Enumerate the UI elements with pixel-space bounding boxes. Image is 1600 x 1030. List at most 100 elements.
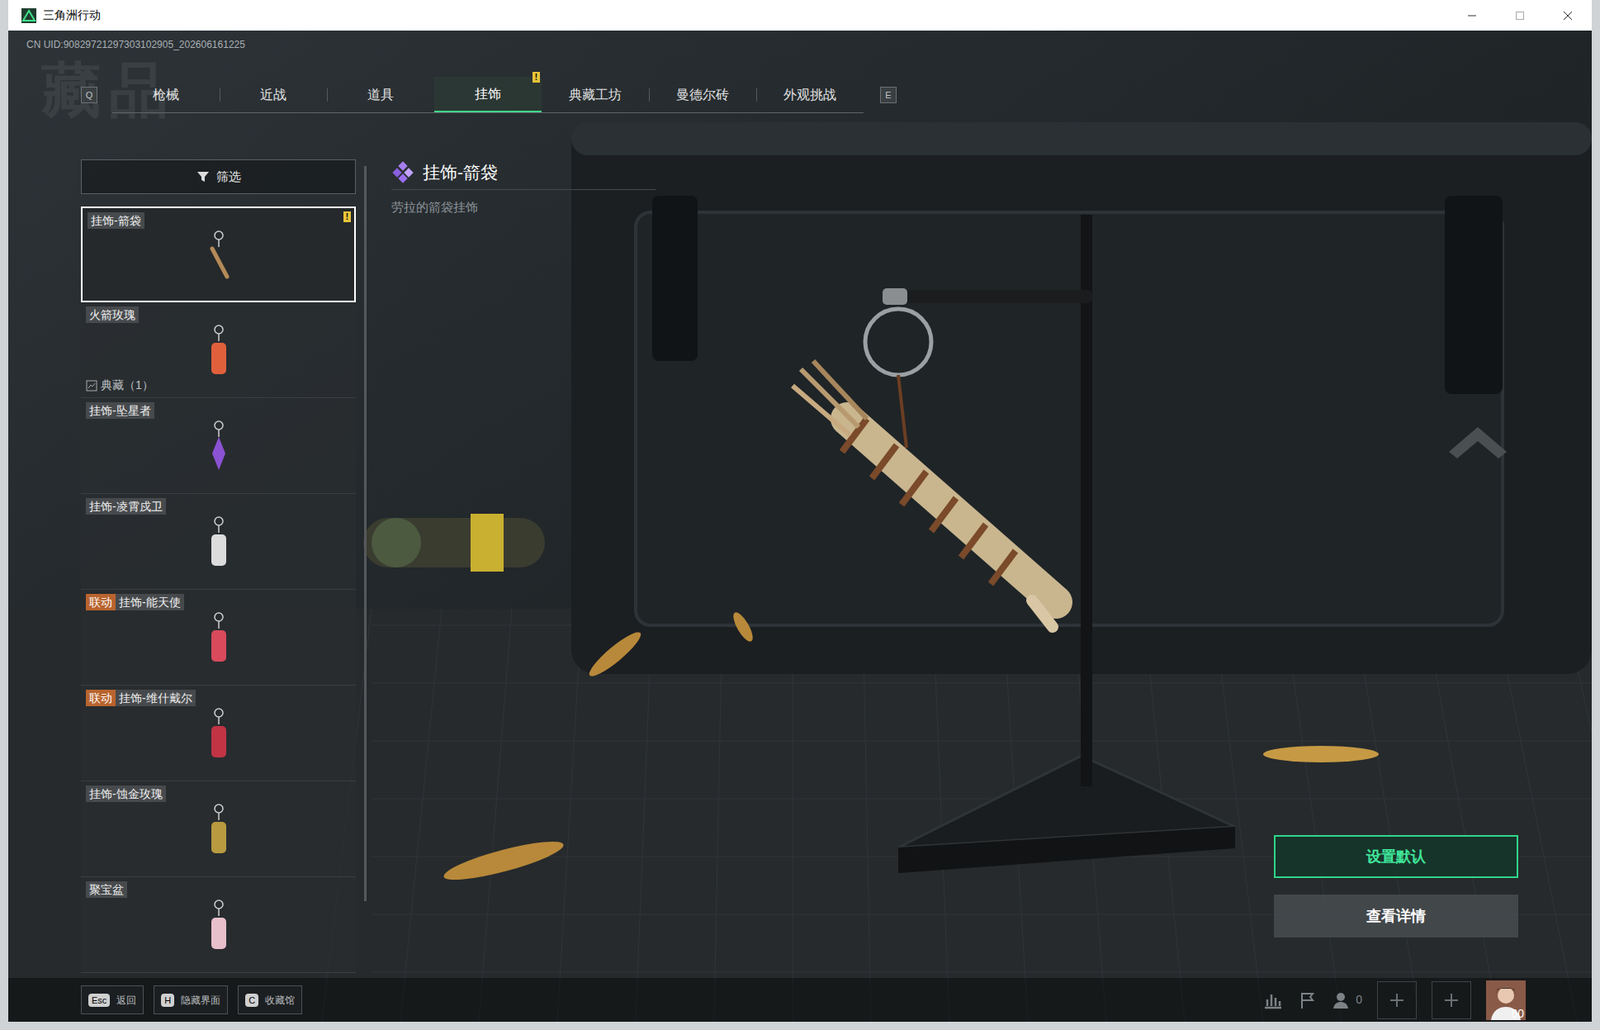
window-controls xyxy=(1448,0,1592,31)
flag-icon[interactable] xyxy=(1297,989,1318,1010)
tab-separator xyxy=(756,88,758,102)
key-hint[interactable]: H 隐藏界面 xyxy=(153,984,228,1014)
tab-separator xyxy=(326,88,328,102)
item-tag: 联动 xyxy=(85,593,116,611)
item-name: 火箭玫瑰 xyxy=(85,306,139,323)
charm-icon xyxy=(202,514,236,573)
tab-label: 近战 xyxy=(260,85,287,105)
key-hint-label: 隐藏界面 xyxy=(180,992,221,1008)
key-hint[interactable]: C 收藏馆 xyxy=(237,984,303,1014)
tab[interactable]: 枪械 xyxy=(112,76,220,113)
item-card[interactable]: 聚宝盆 xyxy=(80,876,356,973)
tab-label: 外观挑战 xyxy=(783,85,837,105)
item-name: 挂饰-坠星者 xyxy=(85,402,155,419)
key-cap: H xyxy=(160,993,175,1007)
charm-icon xyxy=(202,228,236,287)
plus-icon xyxy=(1443,992,1459,1008)
collection-count: 典藏（1） xyxy=(85,376,154,394)
status-icons: 0 60 xyxy=(1263,979,1526,1020)
list-scrollbar[interactable] xyxy=(364,165,367,901)
key-hint-label: 返回 xyxy=(116,992,137,1008)
action-button[interactable]: 设置默认 xyxy=(1273,834,1519,878)
key-hint-label: 收藏馆 xyxy=(265,992,295,1008)
rarity-icon xyxy=(391,160,415,185)
key-hint[interactable]: Esc返回 xyxy=(80,984,144,1014)
maximize-button[interactable] xyxy=(1495,0,1544,31)
collection-icon xyxy=(85,379,98,392)
app-logo-icon xyxy=(21,8,37,24)
prev-tab-key[interactable]: Q xyxy=(80,86,98,104)
tab-separator xyxy=(219,88,221,102)
tab[interactable]: 外观挑战 xyxy=(756,76,864,113)
charm-icon xyxy=(202,322,236,381)
body: 筛选挂饰-箭袋!火箭玫瑰典藏（1）挂饰-坠星者挂饰-凌霄戍卫联动挂饰-能天使联动… xyxy=(8,159,1592,978)
item-name: 挂饰-蚀金玫瑰 xyxy=(85,785,166,802)
item-card[interactable]: 挂饰-蚀金玫瑰 xyxy=(80,781,356,877)
maximize-icon xyxy=(1514,10,1525,21)
next-tab-key[interactable]: E xyxy=(880,86,897,104)
tab[interactable]: 曼德尔砖 xyxy=(648,76,757,113)
item-card[interactable]: 联动挂饰-能天使 xyxy=(80,589,356,686)
item-name: 挂饰-凌霄戍卫 xyxy=(85,497,166,515)
key-cap: C xyxy=(245,993,259,1007)
filter-icon xyxy=(196,170,210,184)
tab[interactable]: 道具 xyxy=(326,76,435,113)
tab-label: 道具 xyxy=(367,85,394,105)
tab-label: 曼德尔砖 xyxy=(676,85,729,105)
add-slot[interactable] xyxy=(1431,980,1472,1019)
item-name: 挂饰-箭袋 xyxy=(87,212,145,229)
item-card[interactable]: 挂饰-箭袋! xyxy=(80,206,356,303)
item-labels: 联动挂饰-维什戴尔 xyxy=(80,685,356,706)
tab-label: 挂饰 xyxy=(474,84,502,105)
item-name: 挂饰-维什戴尔 xyxy=(115,689,196,706)
player-avatar[interactable]: 60 xyxy=(1486,979,1526,1020)
add-slot[interactable] xyxy=(1377,980,1417,1019)
charm-icon xyxy=(202,418,236,477)
close-icon xyxy=(1562,10,1573,21)
tab[interactable]: 近战 xyxy=(219,76,327,113)
tab[interactable]: 挂饰! xyxy=(434,76,542,113)
charm-icon xyxy=(202,801,236,860)
item-labels: 挂饰-箭袋 xyxy=(82,208,355,229)
item-name: 挂饰-能天使 xyxy=(115,593,185,611)
item-card[interactable]: 联动挂饰-维什戴尔 xyxy=(80,685,356,782)
item-card[interactable]: 挂饰-坠星者 xyxy=(80,397,356,494)
player-level: 60 xyxy=(1510,1006,1525,1020)
charm-icon xyxy=(202,705,236,764)
action-panel: 设置默认查看详情 xyxy=(1273,159,1519,978)
item-card[interactable]: 挂饰-凌霄戍卫 xyxy=(80,493,356,590)
tab-bar: Q 枪械 近战 道具 挂饰! 典藏工坊 曼德尔砖 外观挑战 E xyxy=(8,76,1592,114)
tab-label: 枪械 xyxy=(152,85,180,105)
item-labels: 聚宝盆 xyxy=(80,876,356,898)
close-button[interactable] xyxy=(1543,0,1592,31)
detail-title: 挂饰-箭袋 xyxy=(422,159,498,186)
friends-count[interactable]: 0 xyxy=(1332,990,1363,1009)
item-labels: 挂饰-蚀金玫瑰 xyxy=(80,781,356,802)
item-card[interactable]: 火箭玫瑰典藏（1） xyxy=(80,302,356,398)
minimize-icon xyxy=(1467,10,1477,21)
tab-separator xyxy=(648,88,650,102)
charm-icon xyxy=(202,897,236,956)
item-labels: 火箭玫瑰 xyxy=(80,302,356,323)
item-labels: 挂饰-凌霄戍卫 xyxy=(80,493,356,515)
action-button[interactable]: 查看详情 xyxy=(1273,894,1519,938)
item-labels: 联动挂饰-能天使 xyxy=(80,589,356,611)
tab-badge: ! xyxy=(532,71,540,83)
tabs: 枪械 近战 道具 挂饰! 典藏工坊 曼德尔砖 外观挑战 xyxy=(112,76,864,114)
page-layout: CN UID:90829721297303102905_202606161225… xyxy=(8,30,1592,1022)
filter-button[interactable]: 筛选 xyxy=(80,159,356,195)
item-list-panel: 筛选挂饰-箭袋!火箭玫瑰典藏（1）挂饰-坠星者挂饰-凌霄戍卫联动挂饰-能天使联动… xyxy=(80,159,356,978)
item-name: 聚宝盆 xyxy=(85,880,128,898)
screen: 三角洲行动藏品CN UID:90829721297303102905_20260… xyxy=(0,0,1600,1030)
plus-icon xyxy=(1389,992,1405,1008)
tab-label: 典藏工坊 xyxy=(568,85,622,105)
item-badge: ! xyxy=(343,211,351,223)
detail-panel: 挂饰-箭袋劳拉的箭袋挂饰 xyxy=(391,159,656,978)
game-window: 三角洲行动藏品CN UID:90829721297303102905_20260… xyxy=(8,0,1592,1022)
stats-icon[interactable] xyxy=(1263,990,1283,1009)
minimize-button[interactable] xyxy=(1448,0,1496,31)
tab[interactable]: 典藏工坊 xyxy=(541,76,649,113)
people-icon xyxy=(1332,990,1353,1009)
detail-description: 劳拉的箭袋挂饰 xyxy=(391,198,656,218)
item-labels: 挂饰-坠星者 xyxy=(80,397,356,419)
